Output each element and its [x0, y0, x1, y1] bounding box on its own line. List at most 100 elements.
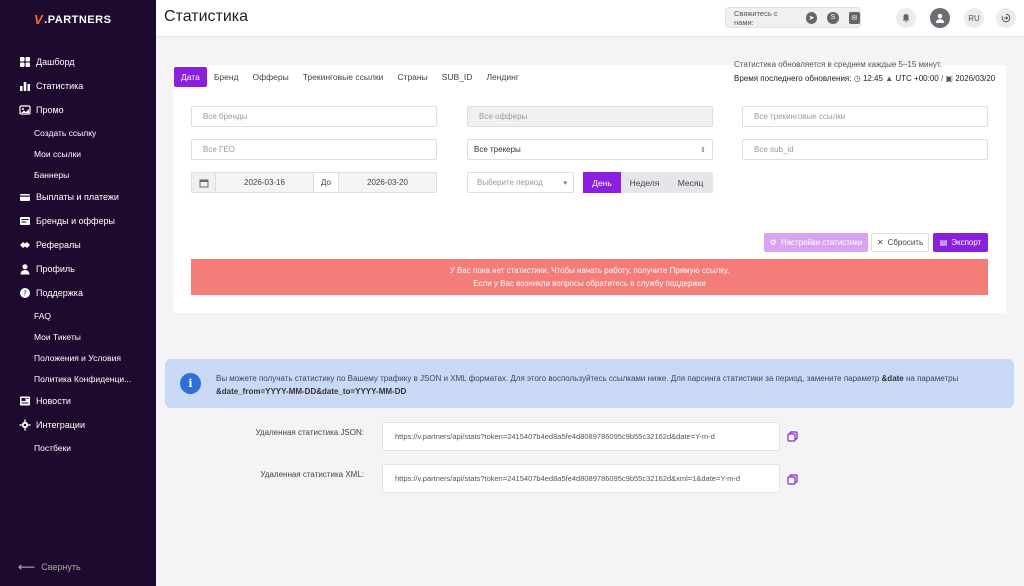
sidebar-item-0[interactable]: Дашборд	[0, 50, 156, 74]
telegram-icon[interactable]: ➤	[805, 11, 818, 24]
update-info: Статистика обновляется в среднем каждые …	[734, 58, 995, 86]
sidebar-item-label: Мои Тикеты	[34, 331, 81, 342]
export-button[interactable]: ▤ Экспорт	[933, 233, 988, 252]
logo-text: .PARTNERS	[44, 13, 112, 26]
arrow-left-icon: ⟵	[18, 560, 36, 574]
collapse-label: Свернуть	[41, 562, 81, 572]
sidebar-item-1[interactable]: Статистика	[0, 74, 156, 98]
tab-3[interactable]: Трекинговые ссылки	[296, 67, 391, 87]
info-text-2: на параметры	[903, 374, 959, 383]
sidebar-item-label: Создать ссылку	[34, 127, 97, 138]
sidebar-item-10[interactable]: ? Поддержка	[0, 281, 156, 305]
referrals-icon	[19, 239, 31, 251]
period-week-button[interactable]: Неделя	[621, 172, 668, 193]
date-to-input[interactable]: 2026-03-20	[339, 173, 436, 192]
last-update-date: 2026/03/20	[955, 74, 996, 83]
sidebar-item-7[interactable]: Бренды и офферы	[0, 209, 156, 233]
trackers-select[interactable]: Все трекеры ⇕	[467, 139, 713, 160]
sidebar-item-14[interactable]: Политика Конфиденци...	[0, 368, 156, 389]
updown-arrows-icon: ⇕	[700, 146, 706, 154]
period-day-button[interactable]: День	[583, 172, 621, 193]
sidebar-item-label: Мои ссылки	[34, 148, 82, 159]
logo-mark: V	[34, 12, 44, 27]
skype-icon[interactable]: S	[827, 11, 839, 24]
json-url-field[interactable]: https://v.partners/api/stats?token=24154…	[382, 422, 780, 451]
tracking-links-select[interactable]: Все трекинговые ссылки	[742, 106, 988, 127]
stats-tabs: Дата Бренд Офферы Трекинговые ссылки Страны S…	[174, 67, 526, 87]
avatar[interactable]	[930, 8, 950, 28]
sidebar-item-9[interactable]: Профиль	[0, 257, 156, 281]
sidebar-item-label: Положения и Условия	[34, 352, 121, 363]
logout-icon[interactable]	[996, 8, 1016, 28]
tab-0[interactable]: Дата	[174, 67, 207, 87]
last-update-timezone: UTC +00:00	[895, 74, 939, 83]
offers-select[interactable]: Все офферы	[467, 106, 713, 127]
tab-2[interactable]: Офферы	[246, 67, 296, 87]
reset-button[interactable]: ✕ Сбросить	[871, 233, 929, 252]
tab-1[interactable]: Бренд	[207, 67, 246, 87]
alert-line-1: У Вас пока нет статистики. Чтобы начать …	[449, 266, 730, 275]
sidebar-item-15[interactable]: Новости	[0, 389, 156, 413]
sidebar-nav: Дашборд Статистика Промо Создать ссылку Мои …	[0, 50, 156, 458]
notifications-bell-icon[interactable]	[896, 8, 916, 28]
dashboard-icon	[19, 56, 31, 68]
date-to-label: До	[313, 173, 339, 192]
stats-settings-button[interactable]: ⚙ Настройки статистики	[764, 233, 868, 252]
top-header: Статистика Свяжитесь с нами: ➤ S ✉ RU	[156, 0, 1024, 37]
xml-url-field[interactable]: https://v.partners/api/stats?token=24154…	[382, 464, 780, 493]
sidebar-item-2[interactable]: Промо	[0, 98, 156, 122]
timezone-icon: ▲	[885, 74, 894, 83]
sidebar-item-3[interactable]: Создать ссылку	[0, 122, 156, 143]
no-stats-alert: У Вас пока нет статистики. Чтобы начать …	[191, 259, 988, 295]
sidebar-item-17[interactable]: Постбеки	[0, 437, 156, 458]
sidebar-item-5[interactable]: Баннеры	[0, 164, 156, 185]
last-update-label: Время последнего обновления:	[734, 74, 852, 83]
sidebar-item-11[interactable]: FAQ	[0, 305, 156, 326]
sidebar: V .PARTNERS Дашборд Статистика Промо Создат…	[0, 0, 156, 586]
support-icon: ?	[19, 287, 31, 299]
date-from-input[interactable]: 2026-03-16	[216, 173, 313, 192]
collapse-button[interactable]: ⟵ Свернуть	[18, 560, 81, 574]
sub-id-select[interactable]: Все sub_id	[742, 139, 988, 160]
tab-4[interactable]: Страны	[390, 67, 434, 87]
tab-5[interactable]: SUB_ID	[435, 67, 480, 87]
promo-icon	[19, 104, 31, 116]
info-icon: i	[180, 373, 201, 394]
period-select[interactable]: Выберите период ▾	[467, 172, 574, 193]
logo[interactable]: V .PARTNERS	[34, 12, 111, 27]
api-info-text: Вы можете получать статистику по Вашему …	[216, 372, 996, 398]
sidebar-item-label: Выплаты и платежи	[36, 192, 119, 202]
calendar-icon: ▣	[945, 74, 953, 83]
copy-xml-icon[interactable]	[787, 474, 798, 485]
info-param: &date	[881, 374, 904, 383]
sidebar-item-12[interactable]: Мои Тикеты	[0, 326, 156, 347]
brands-select[interactable]: Все бренды	[191, 106, 437, 127]
update-note: Статистика обновляется в среднем каждые …	[734, 60, 942, 69]
sidebar-item-6[interactable]: Выплаты и платежи	[0, 185, 156, 209]
sidebar-item-8[interactable]: Рефералы	[0, 233, 156, 257]
language-switch[interactable]: RU	[964, 8, 984, 28]
news-icon	[19, 395, 31, 407]
sidebar-item-4[interactable]: Мои ссылки	[0, 143, 156, 164]
sidebar-item-label: Статистика	[36, 81, 84, 91]
json-url-label: Удаленная статистика JSON:	[255, 428, 364, 437]
close-icon: ✕	[876, 238, 884, 247]
sidebar-item-label: Профиль	[36, 264, 75, 274]
sidebar-item-label: Постбеки	[34, 442, 71, 453]
caret-down-icon: ▾	[563, 179, 567, 187]
tab-6[interactable]: Лендинг	[479, 67, 526, 87]
reset-label: Сбросить	[887, 238, 924, 247]
xml-url-label: Удаленная статистика XML:	[260, 470, 364, 479]
page-title: Статистика	[164, 8, 249, 25]
email-icon[interactable]: ✉	[848, 11, 861, 24]
calendar-icon[interactable]	[192, 173, 216, 192]
gear-icon: ⚙	[769, 238, 777, 247]
period-month-button[interactable]: Месяц	[668, 172, 713, 193]
sidebar-item-16[interactable]: Интеграции	[0, 413, 156, 437]
copy-json-icon[interactable]	[787, 431, 798, 442]
sidebar-item-13[interactable]: Положения и Условия	[0, 347, 156, 368]
geo-select[interactable]: Все ГЕО	[191, 139, 437, 160]
sidebar-item-label: Бренды и офферы	[36, 216, 115, 226]
sidebar-item-label: Дашборд	[36, 57, 75, 67]
info-text-1: Вы можете получать статистику по Вашему …	[216, 374, 882, 383]
